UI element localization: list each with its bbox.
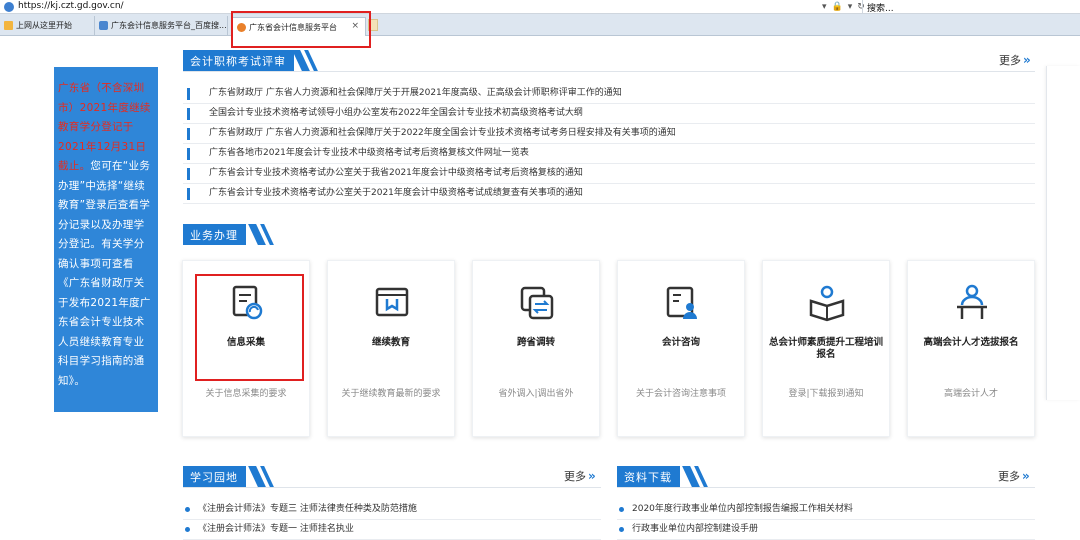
address-bar[interactable]: https://kj.czt.gd.gov.cn/ ▾ 🔒 ▾ ↻ 搜索... — [0, 0, 1080, 14]
download-list: 2020年度行政事业单位内部控制报告编报工作相关材料 行政事业单位内部控制建设手… — [617, 500, 1035, 540]
card-desc: 关于会计咨询注意事项 — [635, 389, 726, 399]
page-icon — [99, 21, 108, 30]
card-talent[interactable]: 高端会计人才选拔报名 高端会计人才 — [907, 260, 1035, 437]
tab-label: 广东省会计信息服务平台 — [249, 22, 337, 32]
item-title: 行政事业单位内部控制建设手册 — [632, 524, 759, 534]
card-title: 跨省调转 — [516, 337, 555, 348]
new-tab-button[interactable] — [368, 19, 378, 31]
tab-label: 上网从这里开始 — [16, 21, 72, 30]
list-item[interactable]: 广东省各地市2021年度会计专业技术中级资格考试考后资格复核文件网址一览表 — [183, 144, 1035, 164]
list-item[interactable]: 广东省财政厅 广东省人力资源和社会保障厅关于开展2021年度高级、正高级会计师职… — [183, 84, 1035, 104]
card-consult[interactable]: 会计咨询 关于会计咨询注意事项 — [617, 260, 745, 437]
card-transfer[interactable]: 跨省调转 省外调入|调出省外 — [472, 260, 600, 437]
notice-panel: 广东省（不含深圳市）2021年度继续教育学分登记于2021年12月31日截止。您… — [54, 67, 158, 412]
tab-start[interactable]: 上网从这里开始 — [0, 16, 92, 35]
ie-icon — [237, 22, 246, 32]
card-desc: 登录|下载报到通知 — [788, 389, 864, 399]
double-chevron-right-icon: » — [1022, 469, 1030, 483]
list-item[interactable]: 2020年度行政事业单位内部控制报告编报工作相关材料 — [617, 500, 1035, 520]
card-title: 信息采集 — [226, 337, 265, 348]
bullet-bar — [187, 188, 190, 200]
card-desc: 高端会计人才 — [943, 389, 998, 399]
notice-text: 广东省（不含深圳市）2021年度继续教育学分登记于2021年12月31日截止。您… — [58, 79, 155, 391]
item-title: 《注册会计师法》专题三 注师法律责任种类及防范措施 — [198, 504, 417, 514]
card-title: 会计咨询 — [661, 337, 700, 348]
download-more-link[interactable]: 更多» — [998, 468, 1030, 484]
continuing-education-icon — [375, 287, 409, 317]
list-item[interactable]: 广东省会计专业技术资格考试办公室关于2021年度会计中级资格考试成绩复查有关事项… — [183, 184, 1035, 204]
news-title: 广东省财政厅 广东省人力资源和社会保障厅关于2022年度全国会计专业技术资格考试… — [209, 128, 676, 138]
study-list: 《注册会计师法》专题三 注师法律责任种类及防范措施 《注册会计师法》专题一 注师… — [183, 500, 601, 540]
dropdown-arrow-icon[interactable]: ▾ — [848, 2, 853, 12]
list-item[interactable]: 全国会计专业技术资格考试领导小组办公室发布2022年全国会计专业技术初高级资格考… — [183, 104, 1035, 124]
bullet-dot — [619, 507, 624, 512]
card-title: 总会计师素质提升工程培训报名 — [768, 337, 883, 360]
download-section-title: 资料下载 — [617, 466, 680, 487]
exam-more-link[interactable]: 更多» — [999, 52, 1031, 68]
tab-bar: 上网从这里开始 广东会计信息服务平台_百度搜... 广东省会计信息服务平台 × — [0, 14, 1080, 36]
address-url[interactable]: https://kj.czt.gd.gov.cn/ — [18, 1, 124, 11]
exam-section-header: 会计职称考试评审 更多» — [183, 50, 1035, 72]
study-more-link[interactable]: 更多» — [564, 468, 596, 484]
item-title: 2020年度行政事业单位内部控制报告编报工作相关材料 — [632, 504, 853, 514]
news-title: 广东省会计专业技术资格考试办公室关于2021年度会计中级资格考试成绩复查有关事项… — [209, 188, 583, 198]
exam-section-title: 会计职称考试评审 — [183, 50, 294, 71]
bullet-bar — [187, 108, 190, 120]
list-item[interactable]: 广东省财政厅 广东省人力资源和社会保障厅关于2022年度全国会计专业技术资格考试… — [183, 124, 1035, 144]
training-icon — [809, 285, 845, 322]
card-desc: 关于信息采集的要求 — [205, 389, 287, 399]
tab-active-platform[interactable]: 广东省会计信息服务平台 × — [232, 17, 366, 36]
lock-icon[interactable]: 🔒 — [832, 2, 843, 12]
double-chevron-right-icon: » — [588, 469, 596, 483]
search-dropdown-icon[interactable]: ▾ — [822, 2, 827, 12]
study-section-header: 学习园地 更多» — [183, 466, 601, 488]
search-input[interactable]: 搜索... — [862, 0, 1080, 14]
bullet-dot — [185, 527, 190, 532]
folder-icon — [4, 21, 13, 30]
notice-white-text[interactable]: 您可在“业务办理”中选择“继续教育”登录后查看学分记录以及办理学分登记。有关学分… — [58, 160, 151, 387]
list-item[interactable]: 行政事业单位内部控制建设手册 — [617, 520, 1035, 540]
item-title: 《注册会计师法》专题一 注师挂名执业 — [198, 524, 354, 534]
info-collect-icon — [232, 285, 263, 320]
card-title: 继续教育 — [371, 337, 410, 348]
exam-news-list: 广东省财政厅 广东省人力资源和社会保障厅关于开展2021年度高级、正高级会计师职… — [183, 84, 1035, 204]
news-title: 广东省会计专业技术资格考试办公室关于我省2021年度会计中级资格考试考后资格复核… — [209, 168, 583, 178]
study-section-title: 学习园地 — [183, 466, 246, 487]
news-title: 全国会计专业技术资格考试领导小组办公室发布2022年全国会计专业技术初高级资格考… — [209, 108, 583, 118]
tab-label: 广东会计信息服务平台_百度搜... — [111, 21, 227, 30]
close-icon[interactable]: × — [351, 21, 359, 31]
right-side-panel[interactable] — [1046, 66, 1080, 400]
card-training[interactable]: 总会计师素质提升工程培训报名 登录|下载报到通知 — [762, 260, 890, 437]
card-continuing-education[interactable]: 继续教育 关于继续教育最新的要求 — [327, 260, 455, 437]
site-favicon-icon — [4, 2, 14, 12]
double-chevron-right-icon: » — [1023, 53, 1031, 67]
bullet-bar — [187, 148, 190, 160]
news-title: 广东省财政厅 广东省人力资源和社会保障厅关于开展2021年度高级、正高级会计师职… — [209, 88, 622, 98]
card-desc: 关于继续教育最新的要求 — [341, 389, 441, 399]
bullet-dot — [619, 527, 624, 532]
list-item[interactable]: 《注册会计师法》专题三 注师法律责任种类及防范措施 — [183, 500, 601, 520]
talent-icon — [957, 284, 987, 319]
address-controls: ▾ 🔒 ▾ ↻ — [822, 0, 865, 14]
card-desc: 省外调入|调出省外 — [498, 389, 574, 399]
more-label: 更多 — [564, 470, 586, 483]
card-info-collect[interactable]: 信息采集 关于信息采集的要求 — [182, 260, 310, 437]
consult-icon — [666, 286, 697, 319]
news-title: 广东省各地市2021年度会计专业技术中级资格考试考后资格复核文件网址一览表 — [209, 148, 529, 158]
transfer-icon — [520, 286, 554, 320]
card-title: 高端会计人才选拔报名 — [923, 337, 1019, 348]
bullet-dot — [185, 507, 190, 512]
notice-red-text: 广东省（不含深圳市）2021年度继续教育学分登记于2021年12月31日截止。 — [58, 82, 151, 172]
download-section-header: 资料下载 更多» — [617, 466, 1035, 488]
more-label: 更多 — [998, 470, 1020, 483]
list-item[interactable]: 广东省会计专业技术资格考试办公室关于我省2021年度会计中级资格考试考后资格复核… — [183, 164, 1035, 184]
more-label: 更多 — [999, 54, 1021, 67]
business-section-header: 业务办理 — [183, 224, 1035, 246]
list-item[interactable]: 《注册会计师法》专题一 注师挂名执业 — [183, 520, 601, 540]
business-section-title: 业务办理 — [183, 224, 246, 245]
bullet-bar — [187, 168, 190, 180]
bullet-bar — [187, 88, 190, 100]
bullet-bar — [187, 128, 190, 140]
tab-baidu-search[interactable]: 广东会计信息服务平台_百度搜... — [94, 16, 228, 35]
